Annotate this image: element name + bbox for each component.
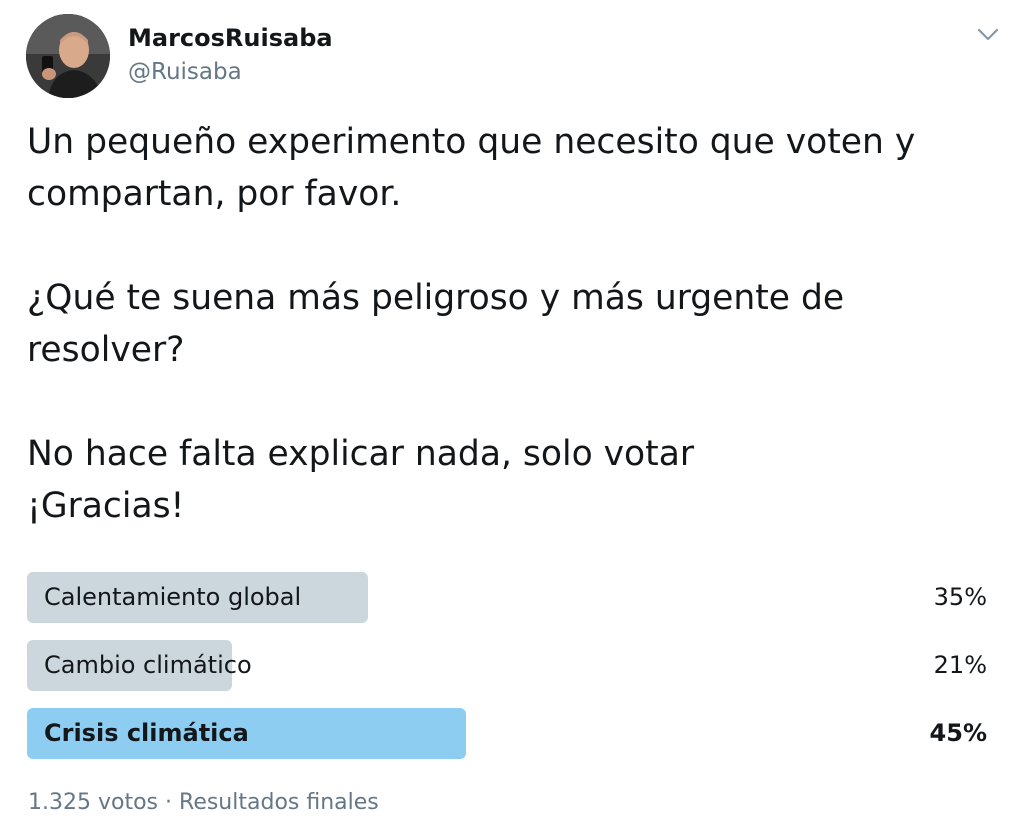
tweet-paragraph: No hace falta explicar nada, solo votar … — [27, 434, 695, 526]
poll-footer: 1.325 votos · Resultados finales — [28, 786, 379, 820]
avatar[interactable] — [26, 14, 110, 98]
tweet-paragraph: Un pequeño experimento que necesito que … — [27, 122, 916, 214]
poll-option-cambio-climatico[interactable]: Cambio climático 21% — [27, 640, 987, 691]
poll-option-label: Calentamiento global — [44, 583, 302, 611]
user-handle[interactable]: @Ruisaba — [128, 56, 242, 88]
poll-option-crisis-climatica[interactable]: Crisis climática 45% — [27, 708, 987, 759]
poll-option-percent: 45% — [929, 719, 987, 747]
poll: Calentamiento global 35% Cambio climátic… — [27, 572, 987, 776]
avatar-photo — [26, 14, 110, 98]
tweet-card: MarcosRuisaba @Ruisaba Un pequeño experi… — [0, 0, 1024, 837]
user-display-name[interactable]: MarcosRuisaba — [128, 22, 333, 54]
chevron-down-icon[interactable] — [974, 22, 1002, 46]
poll-status: Resultados finales — [179, 790, 379, 815]
tweet-text: Un pequeño experimento que necesito que … — [27, 116, 1012, 532]
poll-option-label: Cambio climático — [44, 651, 252, 679]
poll-option-percent: 35% — [933, 583, 987, 611]
tweet-paragraph: ¿Qué te suena más peligroso y más urgent… — [27, 278, 845, 370]
poll-option-calentamiento-global[interactable]: Calentamiento global 35% — [27, 572, 987, 623]
poll-option-percent: 21% — [933, 651, 987, 679]
poll-option-label: Crisis climática — [44, 719, 249, 747]
poll-vote-count: 1.325 votos — [28, 790, 159, 815]
poll-separator: · — [165, 790, 173, 815]
